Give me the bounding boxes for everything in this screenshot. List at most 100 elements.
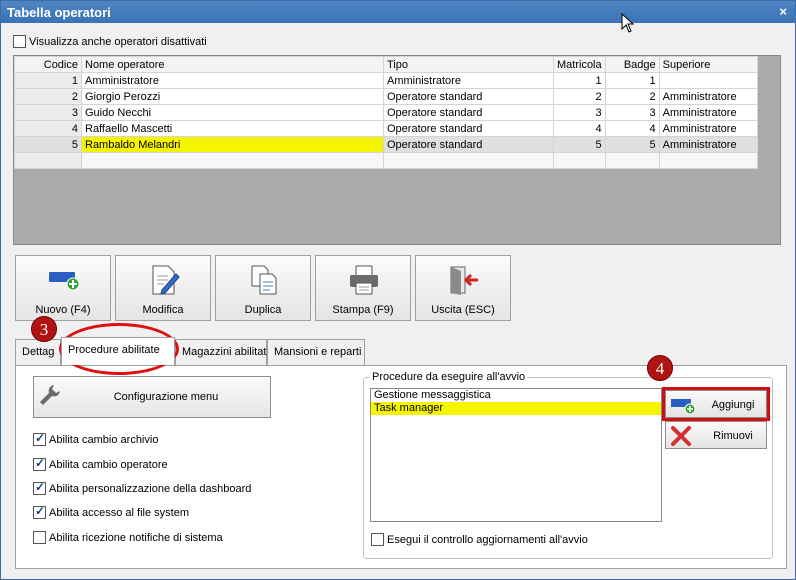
cell-superiore: Amministratore xyxy=(658,136,758,153)
col-matricola[interactable]: Matricola xyxy=(553,56,606,73)
cell-superiore: Amministratore xyxy=(658,120,758,137)
option-change-operator[interactable]: Abilita cambio operatore xyxy=(33,456,168,471)
cell-nome: Amministratore xyxy=(81,72,384,89)
cell-matricola: 2 xyxy=(553,88,606,105)
tab-tasks-departments[interactable]: Mansioni e reparti xyxy=(267,339,365,365)
title-bar[interactable]: Tabella operatori × xyxy=(1,1,795,23)
step-badge-3: 3 xyxy=(31,316,57,342)
option-file-system-access[interactable]: Abilita accesso al file system xyxy=(33,504,189,519)
table-row[interactable]: 1 Amministratore Amministratore 1 1 xyxy=(14,72,758,89)
checkbox-box[interactable] xyxy=(33,456,46,471)
show-disabled-checkbox[interactable]: Visualizza anche operatori disattivati xyxy=(13,35,207,48)
cell-codice: 1 xyxy=(14,72,82,89)
remove-button-label: Rimuovi xyxy=(713,430,753,442)
exit-button-label: Uscita (ESC) xyxy=(431,304,495,316)
cell-codice: 5 xyxy=(14,136,82,153)
cell-matricola: 1 xyxy=(553,72,606,89)
copy-documents-icon xyxy=(251,265,277,295)
option-label: Abilita ricezione notifiche di sistema xyxy=(49,531,223,544)
exit-button[interactable]: Uscita (ESC) xyxy=(415,255,511,321)
printer-icon xyxy=(350,265,378,295)
checkbox-box[interactable] xyxy=(13,35,26,48)
cell-superiore: Amministratore xyxy=(658,88,758,105)
col-codice[interactable]: Codice xyxy=(14,56,82,73)
cell-badge xyxy=(604,152,660,169)
cell-codice: 4 xyxy=(14,120,82,137)
operators-grid[interactable]: Codice Nome operatore Tipo Matricola Bad… xyxy=(13,55,781,245)
remove-x-icon xyxy=(671,426,691,446)
option-system-notifications[interactable]: Abilita ricezione notifiche di sistema xyxy=(33,531,223,544)
table-row[interactable]: 2 Giorgio Perozzi Operatore standard 2 2… xyxy=(14,88,758,105)
col-badge[interactable]: Badge xyxy=(604,56,660,73)
option-label: Abilita cambio operatore xyxy=(49,458,168,471)
startup-procedures-list[interactable]: Gestione messaggistica Task manager xyxy=(370,388,662,522)
col-superiore[interactable]: Superiore xyxy=(658,56,758,73)
col-tipo[interactable]: Tipo xyxy=(383,56,554,73)
cell-superiore xyxy=(658,72,758,89)
edit-button[interactable]: Modifica xyxy=(115,255,211,321)
tab-enabled-warehouses[interactable]: Magazzini abilitati xyxy=(175,339,269,365)
operators-window: Tabella operatori × Visualizza anche ope… xyxy=(0,0,796,580)
cell-matricola: 3 xyxy=(553,104,606,121)
cell-superiore xyxy=(658,152,758,169)
cell-tipo: Operatore standard xyxy=(383,136,554,153)
edit-document-icon xyxy=(152,265,180,295)
col-nome[interactable]: Nome operatore xyxy=(81,56,384,73)
option-change-archive[interactable]: Abilita cambio archivio xyxy=(33,431,159,446)
cell-badge: 5 xyxy=(604,136,660,153)
option-label: Abilita personalizzazione della dashboar… xyxy=(49,482,252,495)
new-button-label: Nuovo (F4) xyxy=(35,304,91,316)
remove-button[interactable]: Rimuovi xyxy=(665,421,767,449)
cell-badge: 3 xyxy=(604,104,660,121)
cell-tipo: Amministratore xyxy=(383,72,554,89)
cell-codice xyxy=(14,152,82,169)
cell-badge: 4 xyxy=(604,120,660,137)
table-row-selected[interactable]: 5 Rambaldo Melandri Operatore standard 5… xyxy=(14,136,758,153)
startup-procedures-legend: Procedure da eseguire all'avvio xyxy=(370,371,528,383)
cell-nome: Rambaldo Melandri xyxy=(81,136,384,153)
checkbox-box[interactable] xyxy=(33,431,46,446)
cell-tipo: Operatore standard xyxy=(383,120,554,137)
cell-badge: 2 xyxy=(604,88,660,105)
cell-badge: 1 xyxy=(604,72,660,89)
checkbox-box[interactable] xyxy=(33,504,46,519)
cell-nome: Raffaello Mascetti xyxy=(81,120,384,137)
cell-nome xyxy=(81,152,384,169)
cell-tipo: Operatore standard xyxy=(383,104,554,121)
check-updates-checkbox[interactable]: Esegui il controllo aggiornamenti all'av… xyxy=(371,533,588,546)
duplicate-button-label: Duplica xyxy=(244,304,282,316)
checkbox-box[interactable] xyxy=(33,480,46,495)
option-label: Abilita cambio archivio xyxy=(49,433,159,446)
option-dashboard-customization[interactable]: Abilita personalizzazione della dashboar… xyxy=(33,480,252,495)
menu-config-button[interactable]: Configurazione menu xyxy=(33,376,271,418)
menu-config-label: Configurazione menu xyxy=(113,391,219,403)
print-button[interactable]: Stampa (F9) xyxy=(315,255,411,321)
cell-matricola: 5 xyxy=(553,136,606,153)
new-button[interactable]: Nuovo (F4) xyxy=(15,255,111,321)
cell-tipo: Operatore standard xyxy=(383,88,554,105)
cell-codice: 3 xyxy=(14,104,82,121)
step-badge-4: 4 xyxy=(647,355,673,381)
print-button-label: Stampa (F9) xyxy=(332,304,394,316)
close-icon[interactable]: × xyxy=(779,4,787,19)
checkbox-box[interactable] xyxy=(33,531,46,544)
checkbox-box[interactable] xyxy=(371,533,384,546)
table-row[interactable]: 4 Raffaello Mascetti Operatore standard … xyxy=(14,120,758,137)
table-row-new[interactable] xyxy=(14,152,758,169)
tab-details[interactable]: Dettag xyxy=(15,339,61,365)
table-row[interactable]: 3 Guido Necchi Operatore standard 3 3 Am… xyxy=(14,104,758,121)
cell-nome: Giorgio Perozzi xyxy=(81,88,384,105)
cell-codice: 2 xyxy=(14,88,82,105)
show-disabled-label: Visualizza anche operatori disattivati xyxy=(29,35,207,48)
list-item-selected[interactable]: Task manager xyxy=(371,402,661,415)
cell-matricola: 4 xyxy=(553,120,606,137)
tab-enabled-procedures[interactable]: Procedure abilitate xyxy=(61,337,175,365)
list-item[interactable]: Gestione messaggistica xyxy=(371,389,661,402)
table-header-row: Codice Nome operatore Tipo Matricola Bad… xyxy=(14,56,758,73)
operators-table: Codice Nome operatore Tipo Matricola Bad… xyxy=(14,56,758,169)
mouse-cursor-icon xyxy=(621,13,635,33)
cell-superiore: Amministratore xyxy=(658,104,758,121)
cell-nome: Guido Necchi xyxy=(81,104,384,121)
duplicate-button[interactable]: Duplica xyxy=(215,255,311,321)
exit-door-icon xyxy=(450,266,478,295)
